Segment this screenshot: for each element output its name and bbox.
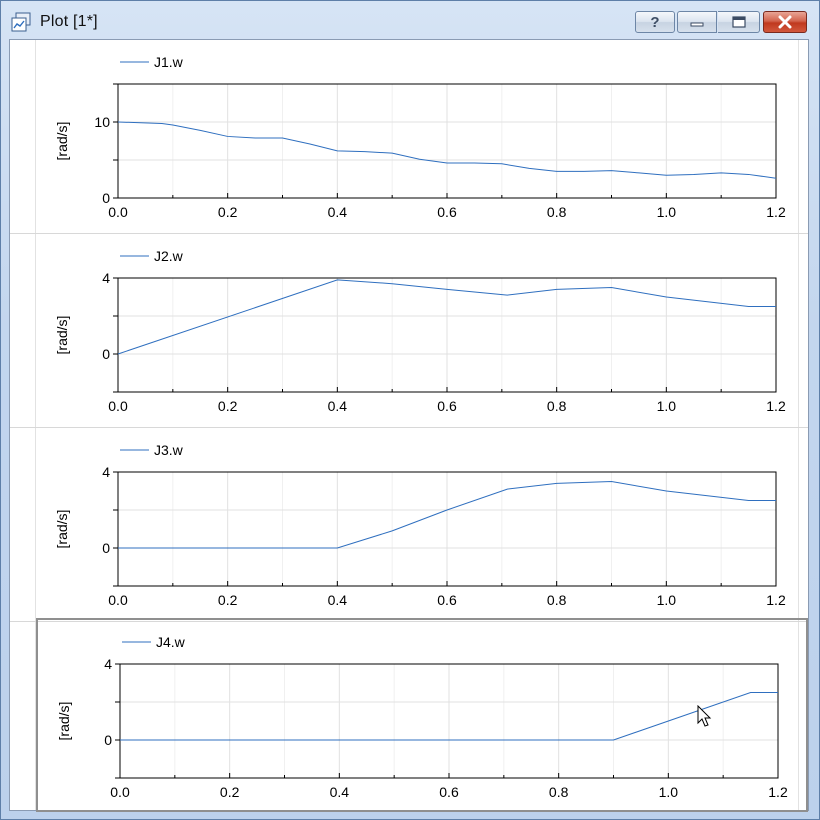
plot-window: Plot [1*] ? J1.w [rad/s] 0.0 0.2 0.4 0.6 0.8 1.… (0, 0, 820, 820)
x-tick-label: 0.6 (439, 784, 459, 800)
x-tick-label: 0.4 (328, 592, 348, 608)
y-tick-label: 0 (102, 346, 110, 362)
x-tick-label: 0.2 (218, 204, 238, 220)
x-tick-label: 0.0 (108, 398, 128, 414)
help-button[interactable]: ? (635, 11, 675, 33)
x-tick-label: 0.4 (330, 784, 350, 800)
y-tick-label: 0 (102, 190, 110, 206)
y-tick-label: 4 (104, 656, 112, 672)
y-tick-label: 10 (94, 114, 110, 130)
maximize-icon (731, 16, 746, 28)
x-tick-label: 0.2 (218, 398, 238, 414)
x-tick-label: 0.0 (108, 592, 128, 608)
x-tick-label: 0.6 (437, 398, 457, 414)
maximize-button[interactable] (718, 11, 760, 33)
x-tick-label: 0.4 (328, 204, 348, 220)
x-tick-label: 0.8 (547, 592, 567, 608)
y-axis-label: [rad/s] (54, 316, 70, 355)
plot-j2w[interactable]: J2.w [rad/s] 0.0 0.2 0.4 0.6 0.8 1.0 1.2 0 4 (10, 234, 808, 428)
x-tick-label: 0.6 (437, 204, 457, 220)
y-axis-label: [rad/s] (54, 510, 70, 549)
x-tick-label: 1.0 (657, 592, 677, 608)
legend-label: J1.w (154, 54, 184, 70)
y-tick-label: 0 (102, 540, 110, 556)
y-tick-label: 4 (102, 464, 110, 480)
plot-window-icon (11, 12, 31, 32)
y-axis-label: [rad/s] (56, 702, 72, 741)
x-tick-label: 1.2 (766, 398, 786, 414)
legend-label: J3.w (154, 442, 184, 458)
plot-panel-2[interactable]: J2.w [rad/s] 0.0 0.2 0.4 0.6 0.8 1.0 1.2 0 4 (10, 234, 808, 428)
x-tick-label: 1.2 (766, 592, 786, 608)
plot-panel-3[interactable]: J3.w [rad/s] 0.0 0.2 0.4 0.6 0.8 1.0 1.2 0 4 (10, 428, 808, 622)
legend-label: J2.w (154, 248, 184, 264)
close-button[interactable] (763, 11, 807, 33)
plot-panel-1[interactable]: J1.w [rad/s] 0.0 0.2 0.4 0.6 0.8 1.0 1.2 0 10 (10, 40, 808, 234)
plot-area: J1.w [rad/s] 0.0 0.2 0.4 0.6 0.8 1.0 1.2 0 10 J2.w… (9, 39, 809, 812)
mouse-cursor-icon (697, 705, 712, 727)
x-tick-label: 0.6 (437, 592, 457, 608)
y-tick-label: 0 (104, 732, 112, 748)
y-tick-label: 4 (102, 270, 110, 286)
close-icon (778, 15, 792, 29)
x-tick-label: 0.0 (110, 784, 130, 800)
plot-j1w[interactable]: J1.w [rad/s] 0.0 0.2 0.4 0.6 0.8 1.0 1.2 0 10 (10, 40, 808, 234)
plot-panel-4-selected[interactable]: J4.w [rad/s] 0.0 0.2 0.4 0.6 0.8 1.0 1.2 0 4 (36, 618, 808, 812)
x-tick-label: 1.2 (766, 204, 786, 220)
x-tick-label: 0.8 (549, 784, 569, 800)
minimize-icon (690, 22, 704, 27)
window-title: Plot [1*] (40, 13, 98, 30)
x-tick-label: 0.2 (220, 784, 240, 800)
plot-j4w[interactable]: J4.w [rad/s] 0.0 0.2 0.4 0.6 0.8 1.0 1.2 0 4 (12, 620, 788, 810)
title-bar[interactable]: Plot [1*] ? (1, 1, 819, 39)
y-axis-label: [rad/s] (54, 122, 70, 161)
x-tick-label: 0.2 (218, 592, 238, 608)
minimize-button[interactable] (677, 11, 717, 33)
legend-label: J4.w (156, 634, 186, 650)
plot-j3w[interactable]: J3.w [rad/s] 0.0 0.2 0.4 0.6 0.8 1.0 1.2 0 4 (10, 428, 808, 622)
x-tick-label: 1.0 (659, 784, 679, 800)
x-tick-label: 0.4 (328, 398, 348, 414)
x-tick-label: 1.0 (657, 398, 677, 414)
help-icon: ? (650, 13, 660, 31)
x-tick-label: 0.8 (547, 204, 567, 220)
x-tick-label: 0.8 (547, 398, 567, 414)
x-tick-label: 0.0 (108, 204, 128, 220)
x-tick-label: 1.2 (768, 784, 788, 800)
x-tick-label: 1.0 (657, 204, 677, 220)
